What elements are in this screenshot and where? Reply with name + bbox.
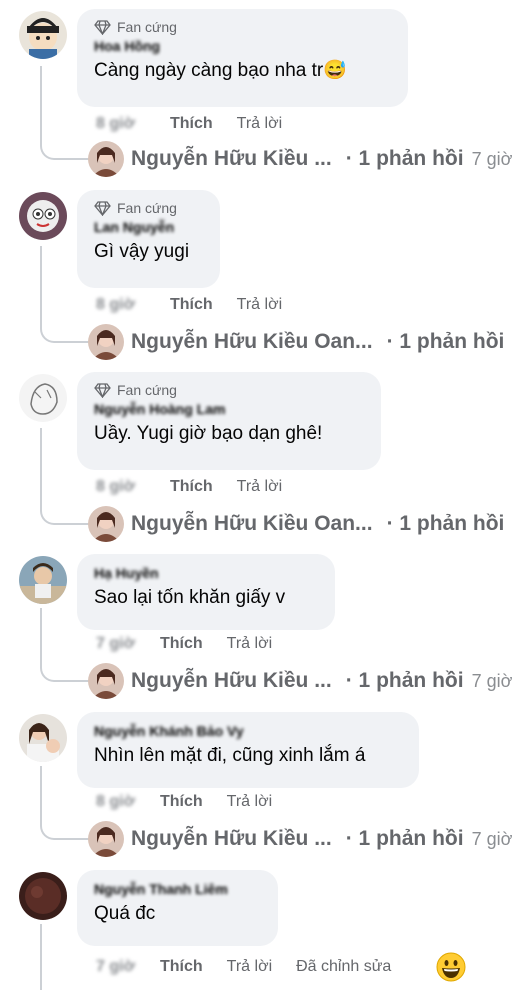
badge-label: Fan cứng: [117, 200, 177, 216]
comment-actions: 8 giờ Thích Trả lời: [96, 293, 306, 317]
badge-label: Fan cứng: [117, 19, 177, 35]
fan-badge: Fan cứng: [94, 18, 394, 36]
view-replies-link[interactable]: Nguyễn Hữu Kiều ... · 1 phản hồi 7 giờ: [88, 821, 512, 857]
comment-text-content: Quá đc: [94, 903, 156, 924]
view-replies-link[interactable]: Nguyễn Hữu Kiều ... · 1 phản hồi 7 giờ: [88, 141, 512, 177]
like-button[interactable]: Thích: [170, 115, 213, 133]
comment-actions: 8 giờ Thích Trả lời: [96, 475, 306, 499]
replier-avatar: [88, 506, 124, 542]
reply-button[interactable]: Trả lời: [237, 296, 282, 314]
comment-text: Quá đc: [94, 901, 264, 927]
comment-bubble: Fan cứng Nguyễn Hoàng Lam Uầy. Yugi giờ …: [77, 372, 381, 470]
commenter-avatar[interactable]: [19, 556, 67, 604]
replier-name: Nguyễn Hữu Kiều Oan...: [131, 330, 373, 353]
comment-time[interactable]: 7 giờ: [96, 958, 136, 976]
reply-connector: [40, 640, 89, 682]
comment-time[interactable]: 8 giờ: [96, 115, 146, 133]
commenter-avatar[interactable]: [19, 872, 67, 920]
reply-count: · 1 phản hồi: [345, 827, 464, 850]
grinning-emoji-icon: [436, 952, 466, 982]
replier-name: Nguyễn Hữu Kiều ...: [131, 669, 332, 692]
comment-text: Uầy. Yugi giờ bạo dạn ghê!: [94, 421, 367, 447]
reply-time: 7 giờ: [471, 670, 513, 691]
reply-button[interactable]: Trả lời: [227, 793, 272, 811]
comment-author[interactable]: Nguyễn Thanh Liêm: [94, 879, 264, 899]
reply-count: · 1 phản hồi: [345, 669, 464, 692]
commenter-avatar[interactable]: [19, 374, 67, 422]
view-replies-link[interactable]: Nguyễn Hữu Kiều ... · 1 phản hồi 7 giờ: [88, 663, 512, 699]
edited-label: Đã chỉnh sửa: [296, 958, 392, 975]
replier-avatar: [88, 663, 124, 699]
comment-actions: 8 giờ Thích Trả lời: [96, 112, 306, 136]
commenter-avatar[interactable]: [19, 11, 67, 59]
comment-bubble: Hạ Huyền Sao lại tốn khăn giấy v: [77, 554, 335, 630]
thread-line: [40, 924, 42, 990]
replier-name: Nguyễn Hữu Kiều ...: [131, 147, 332, 170]
fan-badge: Fan cứng: [94, 199, 206, 217]
comment-author[interactable]: Lan Nguyễn: [94, 217, 206, 237]
reply-button[interactable]: Trả lời: [227, 958, 272, 976]
diamond-icon: [94, 200, 111, 216]
reply-connector: [40, 798, 89, 840]
reply-count: · 1 phản hồi: [345, 147, 464, 170]
like-button[interactable]: Thích: [160, 958, 203, 976]
like-button[interactable]: Thích: [170, 478, 213, 496]
reply-time: 7 giờ: [471, 828, 513, 849]
comment-actions: 7 giờ Thích Trả lời: [96, 632, 296, 656]
like-button[interactable]: Thích: [160, 635, 203, 653]
reply-button[interactable]: Trả lời: [227, 635, 272, 653]
diamond-icon: [94, 382, 111, 398]
reply-count: · 1 phản hồi: [386, 512, 505, 535]
comment-actions: 8 giờ Thích Trả lời: [96, 790, 296, 814]
reply-button[interactable]: Trả lời: [237, 478, 282, 496]
comment-text-content: Uầy. Yugi giờ bạo dạn ghê!: [94, 423, 323, 444]
like-button[interactable]: Thích: [160, 793, 203, 811]
comment-bubble: Nguyễn Khánh Bảo Vy Nhìn lên mặt đi, cũn…: [77, 712, 419, 788]
replier-name: Nguyễn Hữu Kiều ...: [131, 827, 332, 850]
comment-text: Nhìn lên mặt đi, cũng xinh lắm á: [94, 743, 405, 769]
comment-time[interactable]: 8 giờ: [96, 478, 146, 496]
comment-bubble: Fan cứng Lan Nguyễn Gì vậy yugi: [77, 190, 220, 288]
replier-avatar: [88, 141, 124, 177]
like-button[interactable]: Thích: [170, 296, 213, 314]
commenter-avatar[interactable]: [19, 714, 67, 762]
reply-connector: [40, 120, 89, 160]
fan-badge: Fan cứng: [94, 381, 367, 399]
comment-author[interactable]: Nguyễn Hoàng Lam: [94, 399, 367, 419]
comment-text-content: Nhìn lên mặt đi, cũng xinh lắm á: [94, 745, 366, 766]
comment-author[interactable]: Hoa Hồng: [94, 36, 394, 56]
replier-avatar: [88, 324, 124, 360]
view-replies-link[interactable]: Nguyễn Hữu Kiều Oan... · 1 phản hồi: [88, 324, 504, 360]
comment-text-content: Càng ngày càng bạo nha tr😅: [94, 60, 347, 81]
comment-time[interactable]: 8 giờ: [96, 793, 136, 811]
comment-text: Gì vậy yugi: [94, 239, 206, 265]
comment-bubble: Nguyễn Thanh Liêm Quá đc: [77, 870, 278, 946]
reply-count: · 1 phản hồi: [386, 330, 505, 353]
replier-name: Nguyễn Hữu Kiều Oan...: [131, 512, 373, 535]
comment-time[interactable]: 8 giờ: [96, 296, 146, 314]
comment-author[interactable]: Nguyễn Khánh Bảo Vy: [94, 721, 405, 741]
reply-connector: [40, 302, 89, 343]
commenter-avatar[interactable]: [19, 192, 67, 240]
comment-text: Càng ngày càng bạo nha tr😅: [94, 58, 394, 84]
view-replies-link[interactable]: Nguyễn Hữu Kiều Oan... · 1 phản hồi: [88, 506, 504, 542]
comment-actions: 7 giờ Thích Trả lời Đã chỉnh sửa: [96, 955, 415, 979]
comment-bubble: Fan cứng Hoa Hồng Càng ngày càng bạo nha…: [77, 9, 408, 107]
comment-text: Sao lại tốn khăn giấy v: [94, 585, 321, 611]
comment-time[interactable]: 7 giờ: [96, 635, 136, 653]
reply-time: 7 giờ: [471, 148, 513, 169]
diamond-icon: [94, 19, 111, 35]
badge-label: Fan cứng: [117, 382, 177, 398]
comment-author[interactable]: Hạ Huyền: [94, 563, 321, 583]
replier-avatar: [88, 821, 124, 857]
reply-connector: [40, 484, 89, 525]
comment-text-content: Sao lại tốn khăn giấy v: [94, 587, 286, 608]
comment-text-content: Gì vậy yugi: [94, 241, 190, 262]
reply-button[interactable]: Trả lời: [237, 115, 282, 133]
